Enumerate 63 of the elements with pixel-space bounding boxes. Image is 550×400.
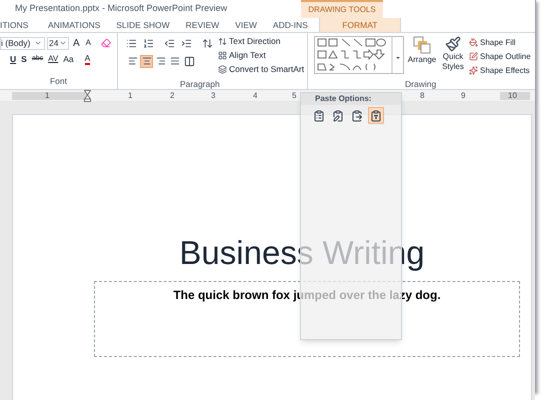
ruler-number: 10: [508, 90, 517, 102]
ruler-number: 9: [461, 90, 466, 102]
ruler-number: 1: [45, 90, 50, 102]
shadow-button[interactable]: S: [21, 52, 27, 66]
pen-square-icon: [469, 52, 478, 61]
ruler-number: 8: [420, 90, 424, 102]
ribbon-tab[interactable]: FORMAT: [318, 18, 401, 32]
ruler-number: 2: [170, 90, 174, 102]
alignment-button[interactable]: [140, 54, 153, 68]
alignment-button[interactable]: [154, 54, 167, 68]
caret-icon: [34, 39, 42, 47]
paragraph-command[interactable]: Align Text: [218, 49, 307, 62]
contextual-tab-header: DRAWING TOOLS: [301, 0, 383, 18]
quick-styles-icon: [445, 36, 461, 52]
shape-command[interactable]: Shape Fill: [469, 36, 531, 49]
ribbon-tab[interactable]: REVIEW: [178, 18, 228, 32]
paste-option[interactable]: [368, 107, 384, 124]
window-title: My Presentation.pptx - Microsoft PowerPoint Preview: [14, 2, 228, 16]
ribbon-tab[interactable]: VIEW: [227, 18, 265, 32]
alignment-button[interactable]: [168, 54, 181, 68]
ruler-number: 5: [292, 90, 296, 102]
arrange-button[interactable]: Arrange: [408, 54, 436, 66]
shapes-gallery[interactable]: [314, 36, 404, 74]
bullets-icon[interactable]: [126, 38, 137, 48]
grid-icon: [218, 51, 227, 60]
ribbon-tab[interactable]: SLIDE SHOW: [108, 18, 178, 32]
shape-command[interactable]: Shape Outline: [469, 50, 531, 63]
group-label: Drawing: [405, 79, 436, 89]
menu-heading: Paste Options:: [315, 93, 372, 105]
arrange-icon: [413, 36, 431, 54]
paragraph-command[interactable]: Text Direction: [218, 35, 307, 48]
underline-button[interactable]: U: [10, 52, 16, 66]
alignment-button[interactable]: [126, 54, 139, 68]
paint-bucket-icon: [469, 38, 478, 47]
caret-icon: [59, 39, 67, 47]
group-label: Paragraph: [180, 79, 220, 89]
grow-font-button[interactable]: A: [71, 36, 82, 50]
font-color-button[interactable]: A: [84, 54, 90, 64]
ruler-number: 1: [128, 90, 132, 102]
numbering-icon[interactable]: [143, 38, 154, 48]
line-spacing-icon[interactable]: [202, 38, 213, 48]
layers-icon: [218, 65, 227, 74]
group-label: Font: [50, 75, 67, 88]
shape-command[interactable]: Shape Effects: [469, 64, 531, 77]
ruler-number: 3: [211, 90, 216, 102]
decrease-indent-icon[interactable]: [164, 38, 175, 48]
clear-formatting-icon[interactable]: [101, 38, 112, 48]
arrows-icon: [218, 37, 227, 46]
quick-styles-button[interactable]: Quick Styles: [442, 52, 464, 72]
font-size-field[interactable]: 24: [47, 36, 69, 50]
character-spacing-button[interactable]: AV: [48, 53, 58, 65]
slide-title: Business Writing: [179, 233, 425, 273]
ribbon-tab[interactable]: ANIMATIONS: [40, 18, 108, 32]
change-case-button[interactable]: Aa: [63, 52, 74, 66]
ribbon-tab[interactable]: ADD-INS: [264, 18, 316, 32]
increase-indent-icon[interactable]: [181, 38, 192, 48]
font-name-field[interactable]: i (Body): [0, 36, 45, 50]
columns-icon[interactable]: [184, 56, 195, 66]
paragraph-command[interactable]: Convert to SmartArt: [218, 63, 307, 76]
ruler-number: 4: [253, 90, 258, 102]
ribbon-tab[interactable]: ITIONS: [0, 18, 40, 32]
sparkles-icon: [469, 66, 478, 75]
shrink-font-button[interactable]: A: [84, 37, 94, 49]
